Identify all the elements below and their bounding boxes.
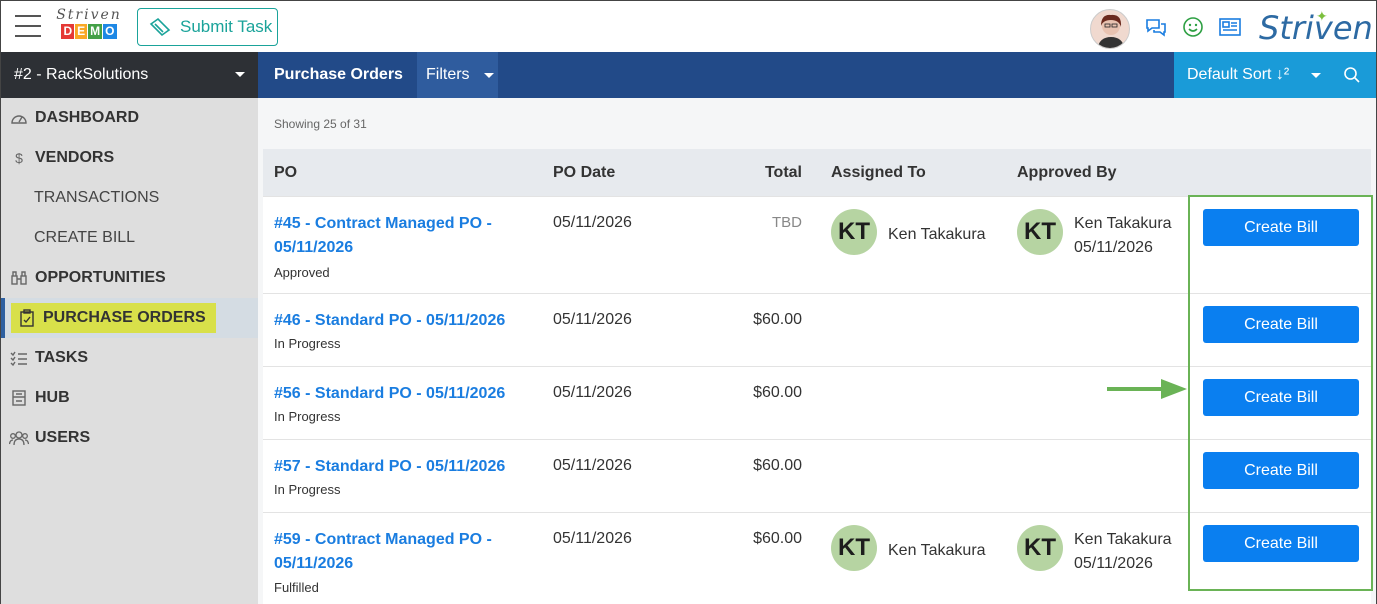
table-row: #46 - Standard PO - 05/11/2026 In Progre… bbox=[263, 293, 1371, 366]
po-status: In Progress bbox=[274, 336, 341, 351]
po-status: In Progress bbox=[274, 409, 341, 424]
page-title: Purchase Orders bbox=[274, 66, 403, 83]
po-link[interactable]: #57 - Standard PO - 05/11/2026 bbox=[274, 455, 524, 479]
create-bill-button[interactable]: Create Bill bbox=[1203, 306, 1359, 343]
sidebar-item-dashboard[interactable]: DASHBOARD bbox=[1, 98, 258, 138]
create-bill-button[interactable]: Create Bill bbox=[1203, 452, 1359, 489]
assigned-to-name: Ken Takakura bbox=[888, 542, 986, 559]
ticket-icon bbox=[149, 17, 171, 37]
po-link[interactable]: #59 - Contract Managed PO -05/11/2026 bbox=[274, 528, 524, 576]
user-avatar[interactable] bbox=[1090, 9, 1130, 49]
sidebar-item-tasks[interactable]: TASKS bbox=[1, 338, 258, 378]
create-bill-button[interactable]: Create Bill bbox=[1203, 379, 1359, 416]
chat-icon[interactable] bbox=[1144, 15, 1168, 39]
avatar[interactable]: KT bbox=[831, 525, 877, 571]
table-row: #45 - Contract Managed PO -05/11/2026 Ap… bbox=[263, 196, 1371, 293]
chevron-down-icon[interactable] bbox=[1311, 73, 1321, 78]
dollar-icon: $ bbox=[15, 150, 23, 166]
table-header: PO PO Date Total Assigned To Approved By bbox=[263, 149, 1371, 196]
results-count: Showing 25 of 31 bbox=[274, 117, 367, 131]
column-approved-by[interactable]: Approved By bbox=[1017, 164, 1117, 182]
smiley-icon[interactable] bbox=[1181, 15, 1205, 39]
create-bill-button[interactable]: Create Bill bbox=[1203, 525, 1359, 562]
assigned-to-name: Ken Takakura bbox=[888, 226, 986, 243]
page-navbar: Purchase Orders Filters Default Sort ↓² bbox=[258, 52, 1376, 98]
top-header: Striven D E M O Submit Task Striven ✦ bbox=[1, 1, 1376, 52]
po-status: In Progress bbox=[274, 482, 341, 497]
po-date: 05/11/2026 bbox=[553, 214, 632, 231]
news-icon[interactable] bbox=[1218, 15, 1242, 39]
column-assigned-to[interactable]: Assigned To bbox=[831, 164, 926, 182]
table-row: #57 - Standard PO - 05/11/2026 In Progre… bbox=[263, 439, 1371, 512]
filters-dropdown[interactable]: Filters bbox=[417, 52, 498, 98]
table-row: #59 - Contract Managed PO -05/11/2026 Fu… bbox=[263, 512, 1371, 604]
po-total: TBD bbox=[772, 214, 802, 231]
chevron-down-icon bbox=[483, 72, 494, 78]
po-total: $60.00 bbox=[753, 457, 802, 474]
submit-task-button[interactable]: Submit Task bbox=[137, 8, 278, 46]
column-total[interactable]: Total bbox=[765, 164, 802, 182]
binoculars-icon bbox=[9, 269, 29, 287]
table-row: #56 - Standard PO - 05/11/2026 In Progre… bbox=[263, 366, 1371, 439]
striven-logo[interactable]: Striven ✦ bbox=[1259, 9, 1373, 47]
po-date: 05/11/2026 bbox=[553, 384, 632, 401]
sidebar-item-opportunities[interactable]: OPPORTUNITIES bbox=[1, 258, 258, 298]
approved-by: Ken Takakura 05/11/2026 bbox=[1074, 215, 1172, 256]
sidebar: DASHBOARD $ VENDORS TRANSACTIONS CREATE … bbox=[1, 98, 258, 604]
sidebar-item-vendors[interactable]: $ VENDORS bbox=[1, 138, 258, 178]
menu-icon[interactable] bbox=[15, 15, 41, 37]
users-icon bbox=[9, 429, 29, 447]
column-po[interactable]: PO bbox=[274, 164, 297, 182]
column-po-date[interactable]: PO Date bbox=[553, 164, 615, 182]
po-total: $60.00 bbox=[753, 311, 802, 328]
search-icon[interactable] bbox=[1343, 66, 1361, 84]
po-total: $60.00 bbox=[753, 530, 802, 547]
chevron-down-icon bbox=[235, 72, 245, 77]
po-link[interactable]: #56 - Standard PO - 05/11/2026 bbox=[274, 382, 524, 406]
approved-by: Ken Takakura 05/11/2026 bbox=[1074, 531, 1172, 572]
po-link[interactable]: #45 - Contract Managed PO -05/11/2026 bbox=[274, 212, 524, 260]
main-content: Showing 25 of 31 PO PO Date Total Assign… bbox=[258, 98, 1376, 604]
avatar[interactable]: KT bbox=[1017, 525, 1063, 571]
clipboard-icon bbox=[17, 309, 37, 327]
arrow-right-icon bbox=[1107, 379, 1187, 399]
sidebar-item-create-bill[interactable]: CREATE BILL bbox=[1, 218, 258, 258]
company-selector[interactable]: #2 - RackSolutions bbox=[1, 52, 258, 98]
purchase-orders-table: PO PO Date Total Assigned To Approved By… bbox=[263, 149, 1371, 604]
sidebar-item-hub[interactable]: HUB bbox=[1, 378, 258, 418]
po-date: 05/11/2026 bbox=[553, 311, 632, 328]
avatar[interactable]: KT bbox=[1017, 209, 1063, 255]
po-total: $60.00 bbox=[753, 384, 802, 401]
sidebar-item-transactions[interactable]: TRANSACTIONS bbox=[1, 178, 258, 218]
striven-demo-logo[interactable]: Striven D E M O bbox=[56, 7, 122, 47]
sidebar-item-users[interactable]: USERS bbox=[1, 418, 258, 458]
po-status: Fulfilled bbox=[274, 580, 319, 595]
create-bill-button[interactable]: Create Bill bbox=[1203, 209, 1359, 246]
sidebar-item-purchase-orders[interactable]: PURCHASE ORDERS bbox=[1, 298, 258, 338]
dashboard-icon bbox=[9, 109, 29, 127]
po-status: Approved bbox=[274, 265, 330, 280]
sort-dropdown[interactable]: Default Sort ↓² bbox=[1174, 52, 1376, 98]
avatar[interactable]: KT bbox=[831, 209, 877, 255]
po-date: 05/11/2026 bbox=[553, 457, 632, 474]
hub-icon bbox=[9, 389, 29, 407]
tasks-icon bbox=[9, 349, 29, 367]
po-link[interactable]: #46 - Standard PO - 05/11/2026 bbox=[274, 309, 524, 333]
po-date: 05/11/2026 bbox=[553, 530, 632, 547]
